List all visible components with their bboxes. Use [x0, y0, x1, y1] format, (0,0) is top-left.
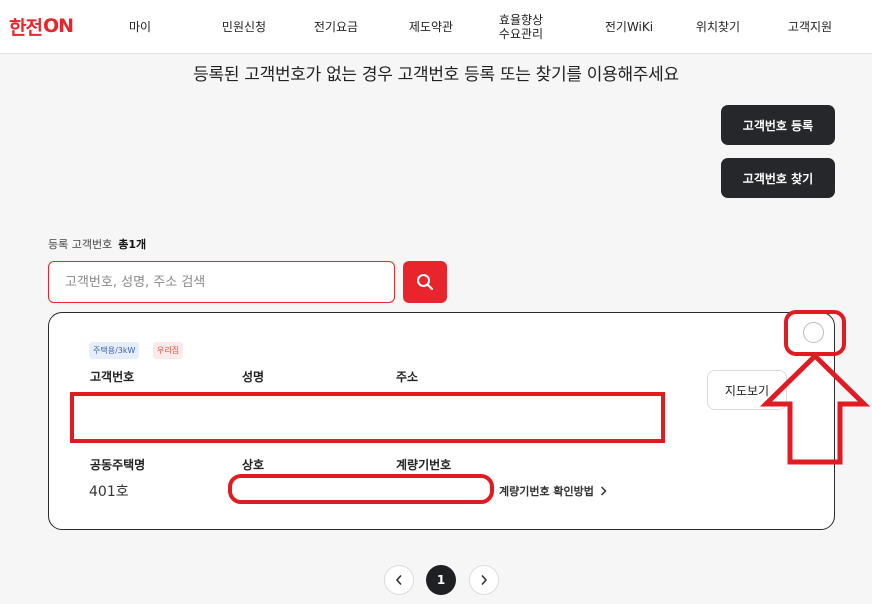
- page-headline: 등록된 고객번호가 없는 경우 고객번호 등록 또는 찾기를 이용해주세요: [193, 65, 679, 85]
- nav-item-civil-application[interactable]: 민원신청: [214, 0, 274, 54]
- page-number-current[interactable]: 1: [426, 565, 456, 595]
- nav-label-line2: 수요관리: [498, 27, 544, 41]
- nav-item-electricity-bill[interactable]: 전기요금: [306, 0, 366, 54]
- business-name-label: 상호: [242, 458, 265, 472]
- kepco-on-logo[interactable]: 한전 ON: [9, 13, 74, 39]
- nav-label: 고객지원: [787, 20, 833, 34]
- registered-count-label: 등록 고객번호: [48, 238, 113, 251]
- contract-type-badge: 주택용/3kW: [89, 342, 140, 359]
- nav-label: 민원신청: [221, 20, 267, 34]
- nav-item-efficiency[interactable]: 효율향상 수요관리: [491, 0, 551, 54]
- customer-number-label: 고객번호: [90, 370, 135, 384]
- nav-item-my[interactable]: 마이: [118, 0, 162, 54]
- nav-label-line1: 효율향상: [498, 13, 544, 27]
- nav-item-terms[interactable]: 제도약관: [401, 0, 461, 54]
- nav-label: 마이: [128, 20, 152, 34]
- registered-count-value: 총1개: [118, 238, 147, 251]
- registered-count: 등록 고객번호 총1개: [48, 236, 146, 252]
- redaction-annotation-box: [70, 392, 665, 443]
- nav-item-wiki[interactable]: 전기WiKi: [596, 0, 662, 54]
- apartment-name-label: 공동주택명: [90, 458, 146, 472]
- nav-label: 위치찾기: [695, 20, 741, 34]
- customer-card[interactable]: 주택용/3kW 우리집 고객번호 성명 주소 지도보기 공동주택명 상호 계량기…: [48, 312, 835, 530]
- nav-label: 제도약관: [408, 20, 454, 34]
- nav-item-support[interactable]: 고객지원: [780, 0, 840, 54]
- meter-number-help-link[interactable]: 계량기번호 확인방법: [499, 483, 607, 499]
- register-customer-number-button[interactable]: 고객번호 등록: [721, 105, 835, 145]
- apartment-name-value: 401호: [89, 484, 129, 500]
- logo-text: 한전: [9, 16, 43, 39]
- nav-label: 전기WiKi: [604, 20, 654, 34]
- name-label: 성명: [242, 370, 265, 384]
- annotation-arrow-icon: [760, 352, 870, 465]
- top-navigation: 한전 ON 마이 민원신청 전기요금 제도약관 효율향상 수요관리 전기WiKi…: [0, 0, 872, 54]
- address-label: 주소: [396, 370, 419, 384]
- meter-number-label: 계량기번호: [396, 458, 452, 472]
- annotation-highlight-box: [784, 310, 846, 356]
- search-button[interactable]: [403, 261, 447, 303]
- nav-item-location[interactable]: 위치찾기: [688, 0, 748, 54]
- prev-page-button[interactable]: [384, 565, 414, 595]
- find-customer-number-button[interactable]: 고객번호 찾기: [721, 158, 835, 198]
- logo-on-text: ON: [42, 15, 74, 37]
- chevron-left-icon: [395, 574, 402, 586]
- my-home-badge: 우리집: [153, 342, 184, 359]
- chevron-right-icon: [481, 574, 488, 586]
- chevron-right-icon: [600, 486, 607, 496]
- search-input[interactable]: [48, 261, 395, 303]
- meter-help-label: 계량기번호 확인방법: [499, 485, 594, 498]
- nav-label: 전기요금: [313, 20, 359, 34]
- search-icon: [417, 274, 434, 291]
- next-page-button[interactable]: [469, 565, 499, 595]
- redaction-annotation-oval: [228, 474, 494, 504]
